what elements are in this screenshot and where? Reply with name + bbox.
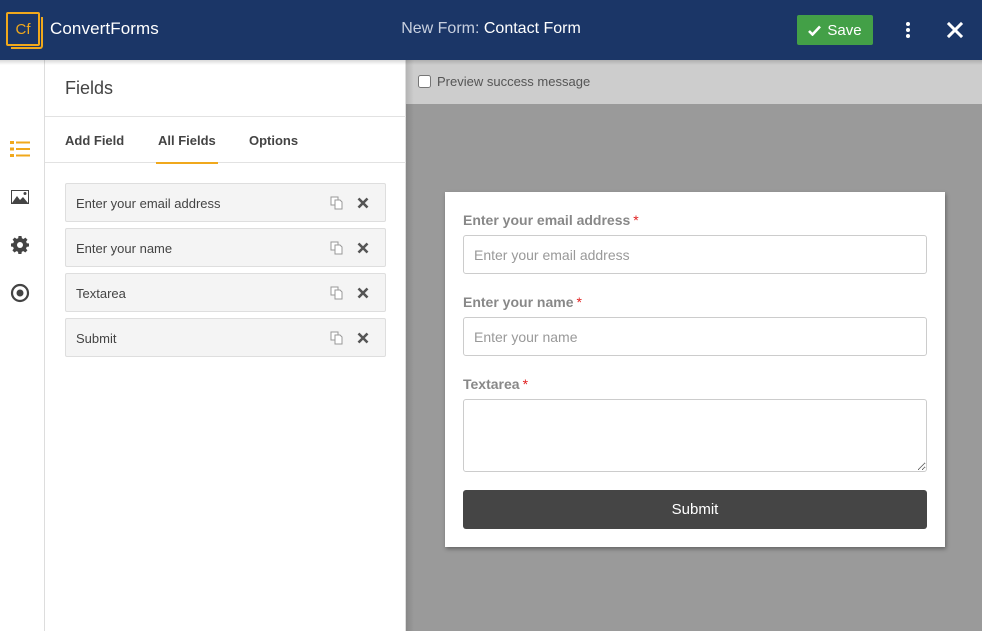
name-field-label: Enter your name *	[463, 294, 582, 310]
label-text: Enter your email address	[463, 212, 631, 228]
required-mark: *	[633, 212, 639, 228]
preview-toolbar: Preview success message	[406, 60, 982, 104]
check-icon	[808, 25, 822, 36]
sidebar-rail	[0, 60, 45, 631]
label-text: Enter your name	[463, 294, 574, 310]
email-field-label: Enter your email address *	[463, 212, 639, 228]
field-item-label: Enter your email address	[76, 196, 221, 211]
delete-icon[interactable]	[356, 241, 370, 255]
preview-success-toggle[interactable]: Preview success message	[418, 74, 590, 89]
label-text: Textarea	[463, 376, 520, 392]
preview-success-label: Preview success message	[437, 74, 591, 89]
textarea-field[interactable]	[463, 399, 927, 472]
more-options-icon[interactable]	[898, 20, 918, 40]
required-mark: *	[522, 376, 529, 392]
field-item-label: Textarea	[76, 286, 126, 301]
top-bar: Cf ConvertForms New Form: Contact Form S…	[0, 0, 982, 60]
name-field[interactable]	[463, 317, 927, 356]
preview-success-checkbox[interactable]	[418, 75, 431, 88]
submit-button[interactable]: Submit	[463, 490, 927, 529]
tab-all-fields[interactable]: All Fields	[156, 133, 218, 164]
close-icon[interactable]	[945, 20, 965, 40]
field-item-label: Submit	[76, 331, 117, 346]
rail-item-fields[interactable]	[9, 138, 31, 160]
required-mark: *	[576, 294, 582, 310]
field-item[interactable]: Submit	[65, 318, 386, 357]
title-prefix: New Form:	[401, 20, 480, 37]
panel-title: Fields	[65, 78, 114, 98]
rail-item-behavior[interactable]	[9, 282, 31, 304]
list-icon	[10, 141, 30, 157]
field-item-label: Enter your name	[76, 241, 173, 256]
gear-icon	[11, 236, 29, 254]
tab-options[interactable]: Options	[249, 133, 298, 163]
delete-icon[interactable]	[356, 286, 370, 300]
form-card: Enter your email address* Enter your nam…	[445, 192, 945, 547]
duplicate-icon[interactable]	[330, 241, 344, 255]
field-item[interactable]: Enter your email address	[65, 183, 386, 222]
save-button[interactable]: Save	[797, 15, 873, 45]
target-icon	[10, 283, 30, 303]
delete-icon[interactable]	[356, 196, 370, 210]
tab-add-field[interactable]: Add Field	[65, 133, 124, 163]
rail-item-design[interactable]	[9, 186, 31, 208]
field-item[interactable]: Enter your name	[65, 228, 386, 267]
form-preview: Preview success message Enter your email…	[406, 60, 982, 631]
field-item[interactable]: Textarea	[65, 273, 386, 312]
fields-panel: Fields Add Field All Fields Options Ente…	[45, 60, 406, 631]
textarea-field-label: Textarea *	[463, 376, 528, 392]
image-icon	[11, 190, 29, 204]
form-name: Contact Form	[483, 20, 581, 37]
panel-tabs: Add Field All Fields Options	[45, 117, 406, 164]
save-label: Save	[827, 21, 862, 39]
duplicate-icon[interactable]	[330, 286, 344, 300]
rail-item-settings[interactable]	[9, 234, 31, 256]
email-field[interactable]	[463, 235, 927, 274]
duplicate-icon[interactable]	[330, 196, 344, 210]
field-list: Enter your email address Enter your name…	[65, 183, 386, 363]
delete-icon[interactable]	[356, 331, 370, 345]
duplicate-icon[interactable]	[330, 331, 344, 345]
